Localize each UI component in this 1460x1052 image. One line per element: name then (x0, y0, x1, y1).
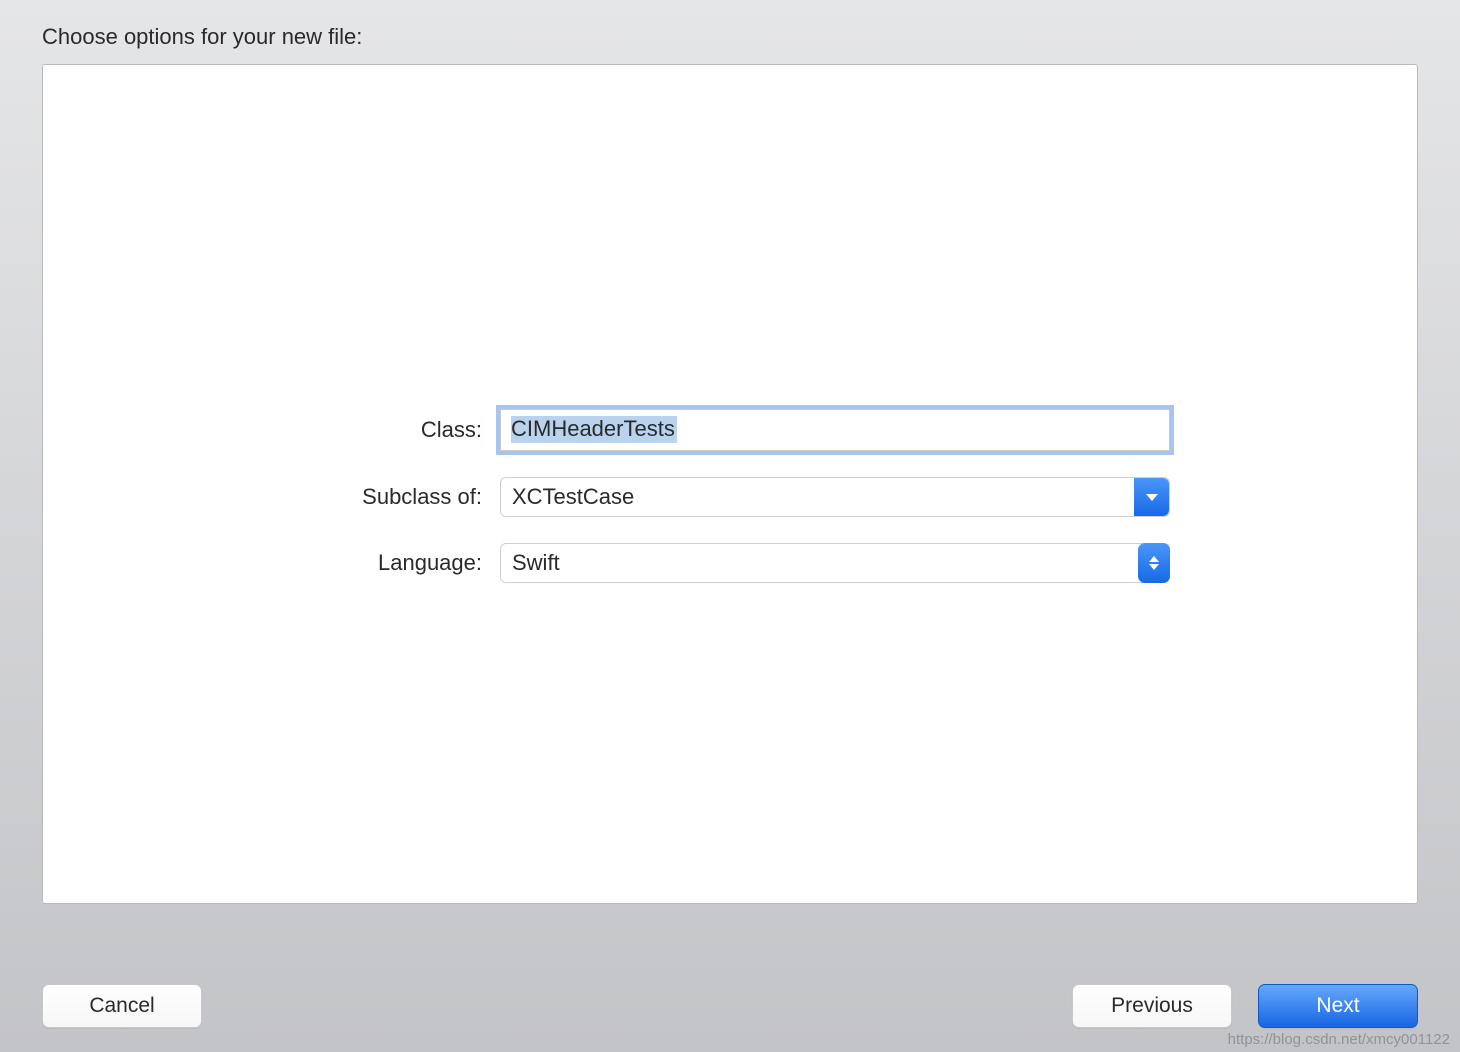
subclass-label: Subclass of: (290, 484, 500, 510)
button-bar: Cancel Previous Next (42, 984, 1418, 1028)
watermark: https://blog.csdn.net/xmcy001122 (1228, 1031, 1450, 1048)
language-popup[interactable]: Swift (500, 543, 1170, 583)
chevron-down-icon (1149, 564, 1159, 570)
row-language: Language: Swift (290, 543, 1170, 583)
class-input[interactable] (500, 409, 1170, 451)
row-subclass: Subclass of: XCTestCase (290, 477, 1170, 517)
class-label: Class: (290, 417, 500, 443)
form-area: Class: CIMHeaderTests Subclass of: XCTes… (290, 409, 1170, 609)
previous-button[interactable]: Previous (1072, 984, 1232, 1028)
subclass-dropdown-button[interactable] (1134, 478, 1169, 516)
class-input-wrap: CIMHeaderTests (500, 409, 1170, 451)
chevron-up-icon (1149, 556, 1159, 562)
subclass-combobox[interactable]: XCTestCase (500, 477, 1170, 517)
next-button[interactable]: Next (1258, 984, 1418, 1028)
language-stepper-button[interactable] (1138, 543, 1170, 583)
row-class: Class: CIMHeaderTests (290, 409, 1170, 451)
chevron-down-icon (1146, 494, 1158, 501)
language-label: Language: (290, 550, 500, 576)
language-value: Swift (512, 550, 560, 576)
cancel-button[interactable]: Cancel (42, 984, 202, 1028)
content-panel: Class: CIMHeaderTests Subclass of: XCTes… (42, 64, 1418, 904)
dialog-title: Choose options for your new file: (42, 24, 362, 50)
right-button-group: Previous Next (1072, 984, 1418, 1028)
subclass-value: XCTestCase (512, 484, 634, 510)
